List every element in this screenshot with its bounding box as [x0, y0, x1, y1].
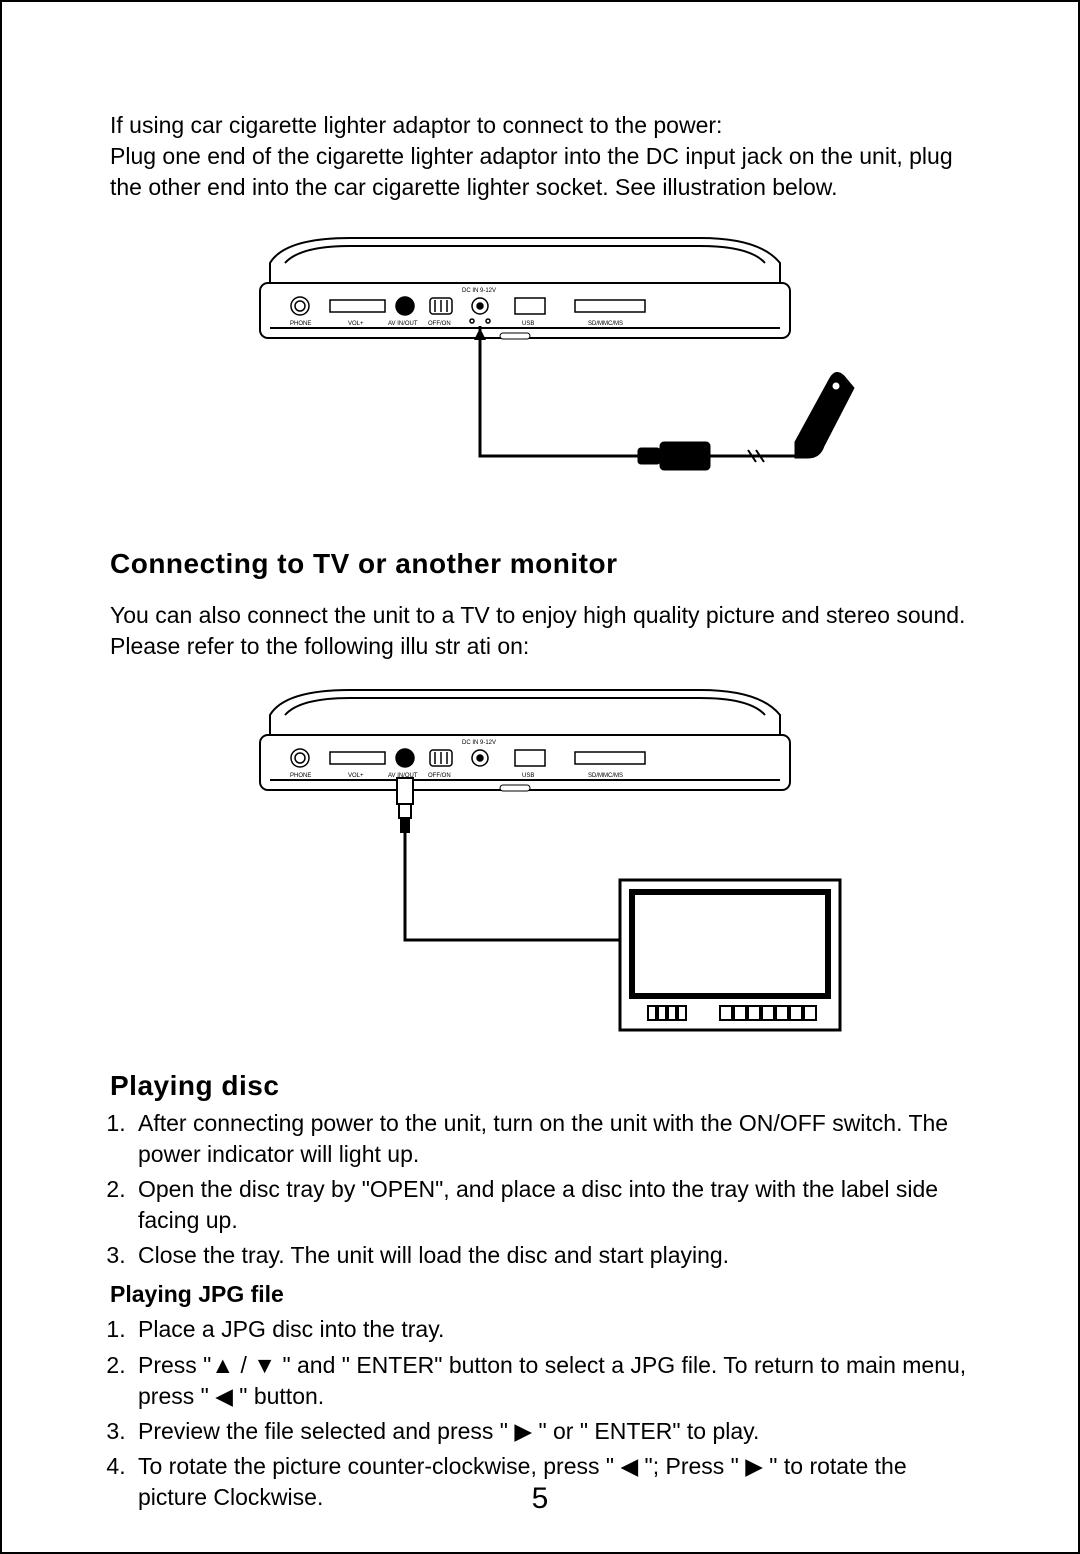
- page-frame: If using car cigarette lighter adaptor t…: [0, 0, 1080, 1554]
- intro-paragraph: If using car cigarette lighter adaptor t…: [110, 110, 970, 203]
- heading-playing-disc: Playing disc: [110, 1070, 970, 1102]
- label-offon: OFF/ON: [428, 321, 451, 327]
- left-icon: ◀: [620, 1453, 638, 1479]
- jpg-step-3: Preview the file selected and press " ▶ …: [132, 1416, 970, 1447]
- svg-text:SD/MMC/MS: SD/MMC/MS: [588, 773, 623, 779]
- intro-line2: Plug one end of the cigarette lighter ad…: [110, 143, 953, 200]
- up-icon: ▲: [211, 1352, 234, 1378]
- svg-text:VOL+: VOL+: [348, 773, 364, 779]
- right-icon: ▶: [514, 1418, 532, 1444]
- play-step-1: After connecting power to the unit, turn…: [132, 1108, 970, 1170]
- label-sd: SD/MMC/MS: [588, 321, 623, 327]
- play-step-2: Open the disc tray by "OPEN", and place …: [132, 1174, 970, 1236]
- tv-paragraph: You can also connect the unit to a TV to…: [110, 600, 970, 662]
- label-vol: VOL+: [348, 321, 364, 327]
- jpg-step-2: Press "▲ / ▼ " and " ENTER" button to se…: [132, 1350, 970, 1412]
- heading-jpg: Playing JPG file: [110, 1281, 970, 1308]
- down-icon: ▼: [253, 1352, 276, 1378]
- intro-line1: If using car cigarette lighter adaptor t…: [110, 112, 722, 138]
- svg-text:USB: USB: [522, 773, 534, 779]
- label-dc: DC IN 9-12V: [462, 288, 496, 294]
- page-content: If using car cigarette lighter adaptor t…: [110, 110, 970, 1517]
- play-step-3: Close the tray. The unit will load the d…: [132, 1240, 970, 1271]
- left-icon: ◀: [215, 1383, 233, 1409]
- label-phone: PHONE: [290, 321, 311, 327]
- playing-disc-steps: After connecting power to the unit, turn…: [110, 1108, 970, 1271]
- heading-tv: Connecting to TV or another monitor: [110, 548, 970, 580]
- label-av: AV IN/OUT: [388, 321, 418, 327]
- svg-text:DC IN 9-12V: DC IN 9-12V: [462, 740, 496, 746]
- page-number: 5: [2, 1482, 1078, 1516]
- svg-text:PHONE: PHONE: [290, 773, 311, 779]
- svg-text:OFF/ON: OFF/ON: [428, 773, 451, 779]
- figure-car-adaptor: PHONE VOL+ AV IN/OUT OFF/ON DC IN 9-12V …: [200, 228, 880, 508]
- figure-tv-connection: PHONE VOL+ AV IN/OUT OFF/ON DC IN 9-12V …: [200, 680, 880, 1040]
- jpg-step-1: Place a JPG disc into the tray.: [132, 1314, 970, 1345]
- right-icon: ▶: [745, 1453, 763, 1479]
- label-usb: USB: [522, 321, 534, 327]
